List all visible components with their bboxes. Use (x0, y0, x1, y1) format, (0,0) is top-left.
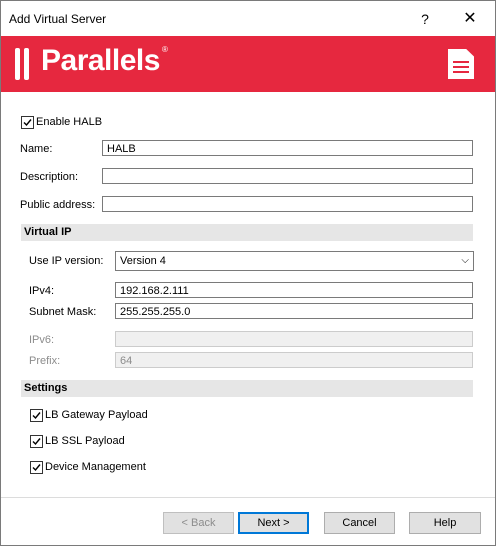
ip-version-select[interactable]: Version 4 ⌵ (115, 251, 474, 271)
public-address-label: Public address: (20, 199, 96, 211)
ip-version-value: Version 4 (120, 255, 166, 267)
public-address-field[interactable] (102, 196, 473, 212)
lb-gateway-label: LB Gateway Payload (45, 409, 148, 421)
close-button[interactable]: ✕ (455, 7, 485, 31)
virtual-ip-heading: Virtual IP (21, 224, 473, 241)
lb-ssl-label: LB SSL Payload (45, 435, 125, 447)
lb-gateway-checkbox[interactable] (30, 409, 43, 422)
help-title-button[interactable]: ? (410, 7, 440, 31)
prefix-field[interactable]: 64 (115, 352, 473, 368)
add-virtual-server-dialog: Add Virtual Server ? ✕ Parallels ® Enabl… (0, 0, 496, 546)
title-bar: Add Virtual Server ? ✕ (1, 1, 495, 36)
parallels-logo-icon (15, 48, 35, 80)
form-panel: Enable HALB Name: HALB Description: Publ… (1, 92, 495, 545)
settings-heading: Settings (21, 380, 473, 397)
ipv6-field[interactable] (115, 331, 473, 347)
device-management-label: Device Management (45, 461, 146, 473)
footer-divider (1, 497, 495, 498)
name-field[interactable]: HALB (102, 140, 473, 156)
name-label: Name: (20, 143, 53, 155)
description-field[interactable] (102, 168, 473, 184)
subnet-mask-label: Subnet Mask: (29, 306, 97, 318)
cancel-button[interactable]: Cancel (324, 512, 395, 534)
window-title: Add Virtual Server (9, 12, 107, 26)
chevron-down-icon: ⌵ (461, 255, 469, 266)
description-label: Description: (20, 171, 79, 183)
ipv6-label: IPv6: (29, 334, 55, 346)
next-button[interactable]: Next > (238, 512, 309, 534)
ip-version-label: Use IP version: (29, 255, 104, 267)
ipv4-label: IPv4: (29, 285, 55, 297)
document-icon (448, 49, 474, 79)
subnet-mask-field[interactable]: 255.255.255.0 (115, 303, 473, 319)
enable-halb-checkbox[interactable] (21, 116, 34, 129)
enable-halb-label: Enable HALB (36, 116, 103, 128)
ipv4-field[interactable]: 192.168.2.111 (115, 282, 473, 298)
lb-ssl-checkbox[interactable] (30, 435, 43, 448)
registered-mark: ® (162, 45, 168, 54)
back-button[interactable]: < Back (163, 512, 234, 534)
prefix-label: Prefix: (29, 355, 61, 367)
device-management-checkbox[interactable] (30, 461, 43, 474)
parallels-banner: Parallels ® (1, 36, 495, 92)
parallels-logo-text: Parallels (41, 44, 160, 77)
help-button[interactable]: Help (409, 512, 481, 534)
